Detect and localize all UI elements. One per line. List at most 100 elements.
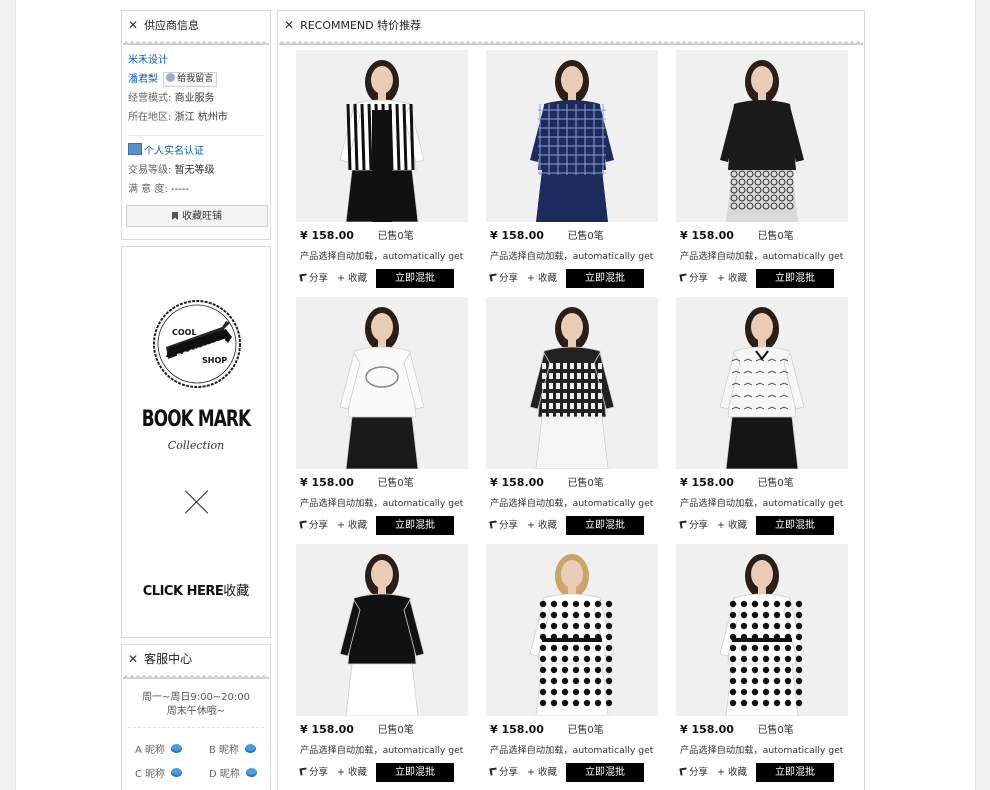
badge-top-text: COOL bbox=[172, 328, 197, 337]
share-label: 分享 bbox=[499, 767, 519, 778]
product-price: ¥ 158.00 bbox=[490, 723, 544, 736]
share-icon bbox=[679, 520, 688, 529]
close-icon[interactable]: ✕ bbox=[284, 18, 294, 32]
plus-icon: + bbox=[527, 520, 536, 531]
contact-name-link[interactable]: 潘君梨 bbox=[128, 74, 158, 85]
product-photo[interactable] bbox=[486, 50, 658, 222]
mix-wholesale-button[interactable]: 立即混批 bbox=[376, 269, 454, 288]
plus-icon: + bbox=[337, 273, 346, 284]
sold-count: 已售0笔 bbox=[757, 478, 794, 489]
product-photo[interactable] bbox=[486, 544, 658, 716]
product-description: 产品选择自动加载，automatically get bbox=[680, 251, 844, 262]
share-button[interactable]: 分享 bbox=[489, 520, 518, 531]
share-button[interactable]: 分享 bbox=[489, 273, 519, 284]
collect-button[interactable]: 收藏 bbox=[728, 767, 747, 778]
share-icon bbox=[299, 767, 308, 776]
service-agent-b[interactable]: B 昵称 bbox=[209, 741, 257, 756]
sold-count: 已售0笔 bbox=[567, 478, 604, 489]
collect-button[interactable]: 收藏 bbox=[348, 520, 367, 531]
share-label: 分享 bbox=[309, 767, 329, 778]
share-button[interactable]: 分享 bbox=[679, 520, 708, 531]
share-button[interactable]: 分享 bbox=[299, 273, 328, 284]
mix-wholesale-button[interactable]: 立即混批 bbox=[756, 269, 834, 288]
striped-blazer-model bbox=[296, 50, 468, 222]
white-print-top-model bbox=[296, 297, 468, 469]
collect-button[interactable]: 收藏 bbox=[728, 520, 747, 531]
service-agent-c[interactable]: C 昵称 bbox=[135, 765, 183, 780]
white-bow-blouse-model bbox=[676, 297, 848, 469]
black-pleat-blouse-model bbox=[296, 544, 468, 716]
product-card-8: ¥ 158.00 已售0笔 产品选择自动加载，automatically get… bbox=[486, 544, 658, 784]
collect-button[interactable]: 收藏 bbox=[348, 273, 367, 284]
mix-wholesale-button[interactable]: 立即混批 bbox=[756, 763, 834, 782]
mix-wholesale-button[interactable]: 立即混批 bbox=[376, 763, 454, 782]
wangwang-chat-icon[interactable] bbox=[245, 768, 257, 777]
hours-line-1: 周一~周日9:00~20:00 bbox=[141, 692, 251, 703]
mode-key: 经营模式: bbox=[128, 93, 172, 104]
wangwang-chat-icon[interactable] bbox=[171, 768, 183, 777]
mix-wholesale-button[interactable]: 立即混批 bbox=[566, 516, 644, 535]
product-price: ¥ 158.00 bbox=[490, 476, 544, 489]
share-button[interactable]: 分享 bbox=[679, 767, 708, 778]
product-photo[interactable] bbox=[676, 297, 848, 469]
leave-message-button[interactable]: 给我留言 bbox=[163, 71, 218, 87]
shop-name-link[interactable]: 米禾设计 bbox=[128, 55, 168, 66]
collect-button[interactable]: 收藏 bbox=[348, 767, 367, 778]
close-icon[interactable]: ✕ bbox=[128, 652, 138, 666]
share-icon bbox=[489, 273, 498, 282]
product-card-1: ¥ 158.00 已售0笔 产品选择自动加载，automatically get… bbox=[296, 50, 468, 290]
real-name-auth-link[interactable]: 个人实名认证 bbox=[144, 146, 204, 157]
mix-wholesale-button[interactable]: 立即混批 bbox=[376, 516, 454, 535]
collect-button[interactable]: 收藏 bbox=[728, 273, 747, 284]
agent-label: B 昵称 bbox=[209, 745, 240, 756]
product-price: ¥ 158.00 bbox=[680, 723, 734, 736]
product-card-7: ¥ 158.00 已售0笔 产品选择自动加载，automatically get… bbox=[296, 544, 468, 784]
product-photo[interactable] bbox=[486, 297, 658, 469]
satisfaction-key: 满 意 度: bbox=[128, 184, 168, 195]
product-price: ¥ 158.00 bbox=[300, 476, 354, 489]
product-price: ¥ 158.00 bbox=[300, 723, 354, 736]
service-agent-d[interactable]: D 昵称 bbox=[209, 765, 257, 780]
product-description: 产品选择自动加载，automatically get bbox=[490, 745, 654, 756]
share-label: 分享 bbox=[499, 273, 519, 284]
sold-count: 已售0笔 bbox=[377, 725, 414, 736]
cool-book-mark-shop-badge: COOL BOOK MARK SHOP bbox=[153, 300, 241, 388]
wangwang-chat-icon[interactable] bbox=[245, 744, 257, 753]
recommend-panel: ✕ RECOMMEND 特价推荐 ¥ 158.00 已售0笔 产品选择自动加载，a… bbox=[277, 10, 865, 790]
share-button[interactable]: 分享 bbox=[299, 767, 329, 778]
level-key: 交易等级: bbox=[128, 165, 172, 176]
share-button[interactable]: 分享 bbox=[299, 520, 329, 531]
close-icon[interactable]: ✕ bbox=[128, 18, 138, 32]
bookmark-banner[interactable]: COOL BOOK MARK SHOP BOOK MARK Collection… bbox=[121, 246, 271, 638]
service-panel-header: ✕ 客服中心 bbox=[122, 645, 270, 675]
supplier-info-panel: ✕ 供应商信息 米禾设计 潘君梨 给我留言 经营模式: 商业服务 所在地区: 浙江… bbox=[121, 10, 271, 240]
collect-button[interactable]: 收藏 bbox=[538, 520, 557, 531]
mix-wholesale-button[interactable]: 立即混批 bbox=[566, 269, 644, 288]
product-photo[interactable] bbox=[676, 544, 848, 716]
plus-icon: + bbox=[337, 520, 346, 531]
collect-button[interactable]: 收藏 bbox=[538, 767, 557, 778]
share-button[interactable]: 分享 bbox=[489, 767, 519, 778]
id-card-icon bbox=[128, 143, 142, 155]
share-label: 分享 bbox=[309, 520, 329, 531]
share-button[interactable]: 分享 bbox=[679, 273, 709, 284]
product-photo[interactable] bbox=[296, 50, 468, 222]
share-icon bbox=[299, 520, 308, 529]
product-photo[interactable] bbox=[296, 544, 468, 716]
wangwang-chat-icon[interactable] bbox=[171, 744, 183, 753]
plus-icon: + bbox=[717, 520, 726, 531]
banner-subtitle: Collection bbox=[167, 439, 225, 452]
click-here-favorite[interactable]: CLICK HERE收藏 bbox=[122, 580, 270, 599]
favorite-shop-button[interactable]: 收藏旺铺 bbox=[126, 205, 268, 227]
collect-button[interactable]: 收藏 bbox=[538, 273, 557, 284]
mix-wholesale-button[interactable]: 立即混批 bbox=[756, 516, 834, 535]
service-agent-a[interactable]: A 昵称 bbox=[135, 741, 183, 756]
product-photo[interactable] bbox=[296, 297, 468, 469]
share-icon bbox=[489, 767, 498, 776]
share-label: 分享 bbox=[689, 273, 709, 284]
product-photo[interactable] bbox=[676, 50, 848, 222]
product-description: 产品选择自动加载，automatically get bbox=[680, 498, 844, 509]
navy-plaid-shirt-model bbox=[486, 50, 658, 222]
click-here-cn: 收藏 bbox=[223, 584, 250, 599]
mix-wholesale-button[interactable]: 立即混批 bbox=[566, 763, 644, 782]
